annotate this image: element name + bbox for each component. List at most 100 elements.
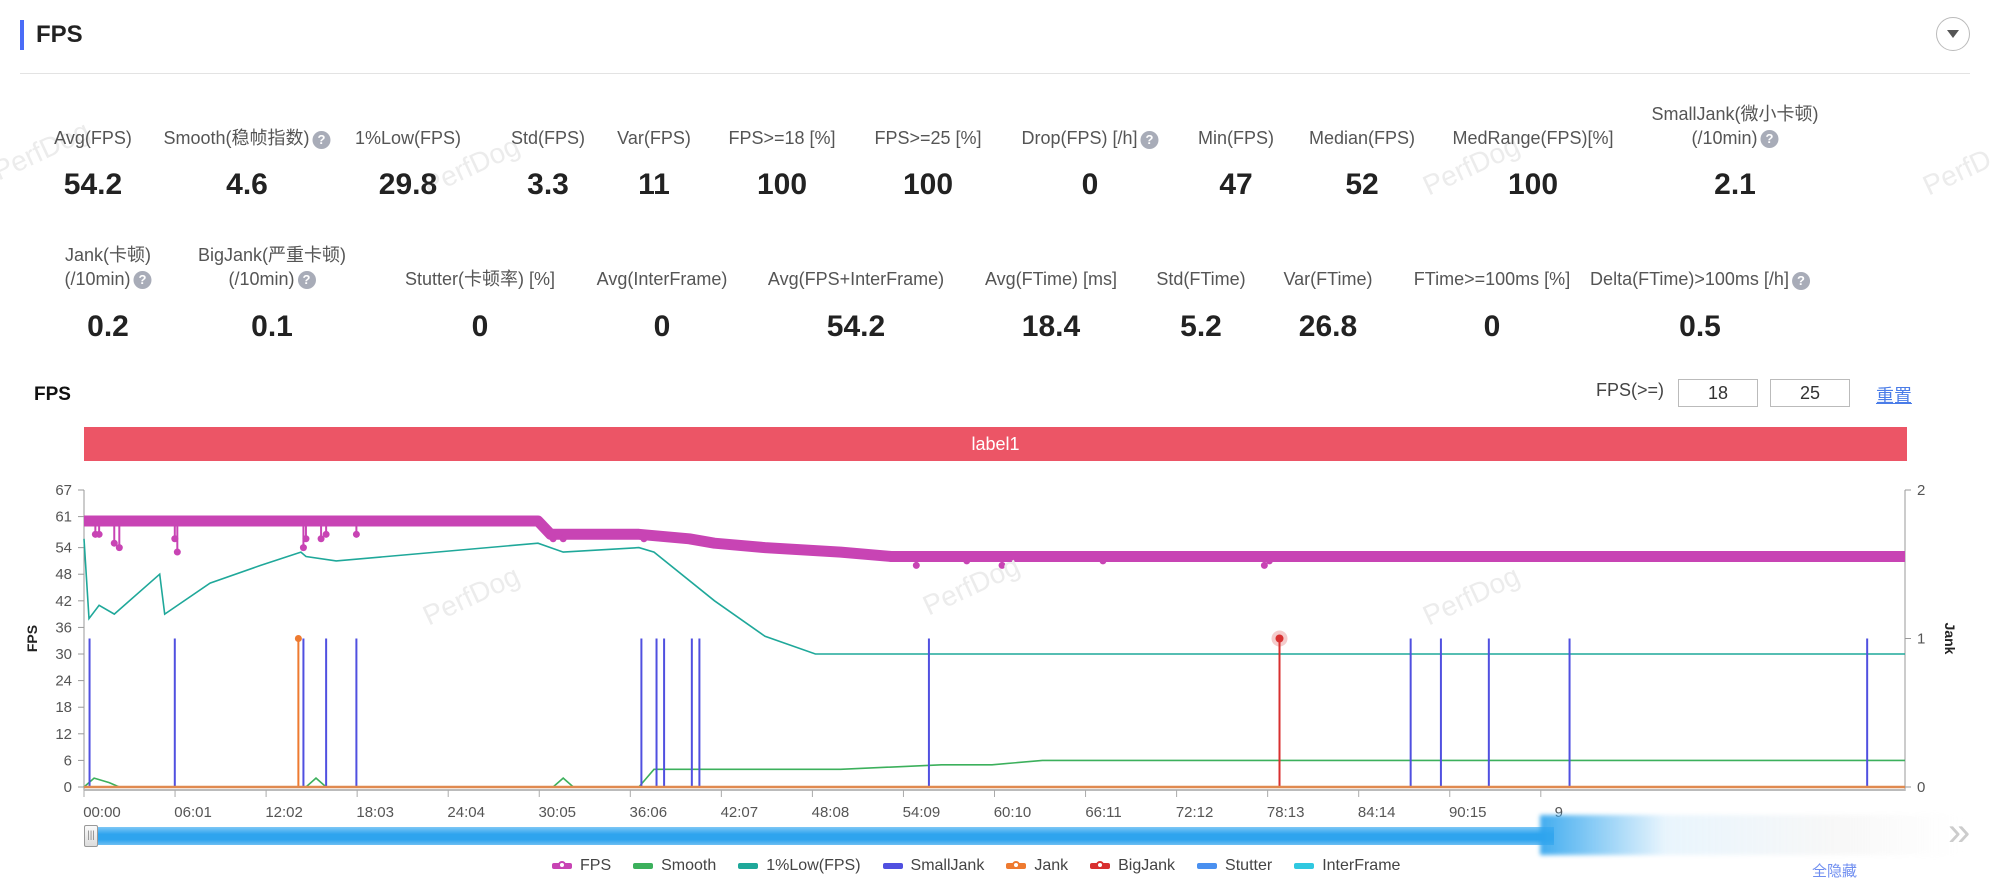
legend-item-smalljank[interactable]: SmallJank	[882, 857, 985, 875]
series-fps-point	[352, 530, 360, 538]
x-tick-label: 90:15	[1449, 804, 1487, 820]
stat-ftime-100ms: FTime>=100ms [%] 0	[1413, 267, 1571, 343]
legend-item-1-low-fps-[interactable]: 1%Low(FPS)	[738, 857, 861, 875]
stat-value: 3.3	[527, 168, 569, 201]
help-icon[interactable]: ?	[312, 130, 331, 149]
stat-label-unit: (/10min)?	[64, 267, 152, 291]
help-icon[interactable]: ?	[1760, 130, 1779, 149]
stat-label: Median(FPS)	[1308, 128, 1416, 148]
x-tick-label: 78:13	[1267, 804, 1305, 820]
y-tick-label: 61	[55, 509, 72, 526]
legend-label: InterFrame	[1322, 857, 1401, 874]
stat-value: 0.1	[251, 310, 293, 343]
stat-value: 0	[471, 310, 489, 343]
stat-value: 26.8	[1298, 310, 1358, 343]
stat-label: Delta(FTime)>100ms [/h]	[1590, 269, 1789, 289]
y-axis-title: FPS	[24, 625, 40, 652]
legend-swatch	[633, 863, 654, 869]
stat-value: 18.4	[1021, 310, 1081, 343]
legend-item-smooth[interactable]: Smooth	[633, 857, 716, 875]
legend-label: Jank	[1034, 857, 1069, 874]
stat-label: Min(FPS)	[1198, 128, 1274, 148]
help-icon[interactable]: ?	[1140, 130, 1159, 149]
stat-std-fps: Std(FPS) 3.3	[511, 126, 585, 201]
help-icon[interactable]: ?	[297, 271, 316, 290]
stat-label: FPS>=18 [%]	[728, 128, 836, 148]
stat-label: Var(FPS)	[617, 128, 691, 148]
x-tick-label: 30:05	[538, 804, 576, 820]
legend-swatch	[1197, 863, 1218, 869]
stat-var-ftime: Var(FTime) 26.8	[1283, 267, 1373, 343]
y-tick-label: 48	[55, 566, 72, 583]
x-tick-label: 48:08	[812, 804, 850, 820]
series-fps-point	[559, 535, 567, 543]
series-fps-point	[640, 535, 648, 543]
stat-value: 100	[756, 168, 808, 201]
stat-label-unit: (/10min)?	[198, 267, 346, 291]
stat-value: 4.6	[226, 168, 268, 201]
stat-unit-text: (/10min)	[1691, 128, 1758, 148]
stat-label: FTime>=100ms [%]	[1413, 269, 1571, 289]
label-band[interactable]: label1	[84, 427, 1907, 461]
stat-value: 0	[1081, 168, 1099, 201]
series-fps-point	[95, 530, 103, 538]
legend-label: SmallJank	[910, 857, 985, 874]
x-tick-label: 66:11	[1085, 804, 1121, 820]
stat-min-fps: Min(FPS) 47	[1198, 126, 1274, 201]
x-tick-label: 72:12	[1176, 804, 1214, 820]
hide-all-link[interactable]: 全隐藏	[1812, 860, 1857, 881]
y-tick-label: 6	[64, 752, 72, 769]
legend-item-fps[interactable]: FPS	[552, 857, 611, 875]
legend-item-jank[interactable]: Jank	[1006, 857, 1068, 875]
header-accent-bar	[20, 20, 24, 50]
stat-drop-fps-h: Drop(FPS) [/h]? 0	[1021, 126, 1159, 201]
stat-value: 5.2	[1180, 310, 1222, 343]
stat-value: 11	[638, 168, 670, 201]
stat-std-ftime: Std(FTime) 5.2	[1156, 267, 1245, 343]
y-tick-label: 54	[55, 540, 72, 557]
legend-swatch	[738, 863, 759, 869]
collapse-button[interactable]	[1936, 17, 1970, 51]
stat-label: Avg(FPS)	[54, 128, 132, 148]
series-fps-point	[322, 530, 330, 538]
x-tick-label: 54:09	[903, 804, 941, 820]
x-tick-label: 12:02	[265, 804, 303, 820]
legend-item-interframe[interactable]: InterFrame	[1294, 857, 1400, 875]
x-tick-label: 24:04	[447, 804, 485, 820]
legend-item-stutter[interactable]: Stutter	[1197, 857, 1272, 875]
stat-label: Avg(FPS+InterFrame)	[767, 269, 945, 289]
slider-handle[interactable]: |||	[84, 825, 98, 847]
fps-threshold-2-input[interactable]	[1770, 379, 1850, 407]
time-range-slider[interactable]	[84, 827, 1554, 845]
stat-label-unit: (/10min)?	[1651, 126, 1818, 150]
stat-value: 54.2	[826, 310, 886, 343]
expand-arrow-icon[interactable]: »	[1948, 812, 1970, 852]
y-tick-label: 24	[55, 673, 72, 690]
stat-1-low-fps: 1%Low(FPS) 29.8	[355, 126, 461, 201]
page-title: FPS	[36, 21, 83, 48]
stat-label: Avg(InterFrame)	[596, 269, 728, 289]
series-fps-point	[912, 561, 920, 569]
stat-label: Smooth(稳帧指数)	[163, 128, 310, 148]
legend-swatch	[882, 863, 903, 869]
legend-label: Smooth	[661, 857, 717, 874]
stat-bigjank: BigJank(严重卡顿) (/10min)? 0.1	[198, 243, 346, 343]
y-tick-label: 0	[64, 779, 72, 796]
x-tick-label: 84:14	[1358, 804, 1396, 820]
stat-medrange-fps: MedRange(FPS)[%] 100	[1452, 126, 1613, 201]
stat-unit-text: (/10min)	[64, 269, 131, 289]
series-jank-point	[294, 635, 302, 642]
reset-link[interactable]: 重置	[1876, 382, 1912, 408]
series-bigjank-point	[1275, 634, 1284, 643]
help-icon[interactable]: ?	[1791, 271, 1810, 290]
section-header: FPS	[20, 18, 83, 52]
series-fps-point	[173, 548, 181, 556]
series-fps-point	[1099, 557, 1107, 565]
help-icon[interactable]: ?	[133, 271, 152, 290]
y2-tick-label: 2	[1917, 482, 1925, 499]
y-tick-label: 12	[55, 726, 72, 743]
stat-label: Var(FTime)	[1283, 269, 1373, 289]
legend-item-bigjank[interactable]: BigJank	[1090, 857, 1175, 875]
fps-threshold-1-input[interactable]	[1678, 379, 1758, 407]
legend-label: 1%Low(FPS)	[766, 857, 861, 874]
